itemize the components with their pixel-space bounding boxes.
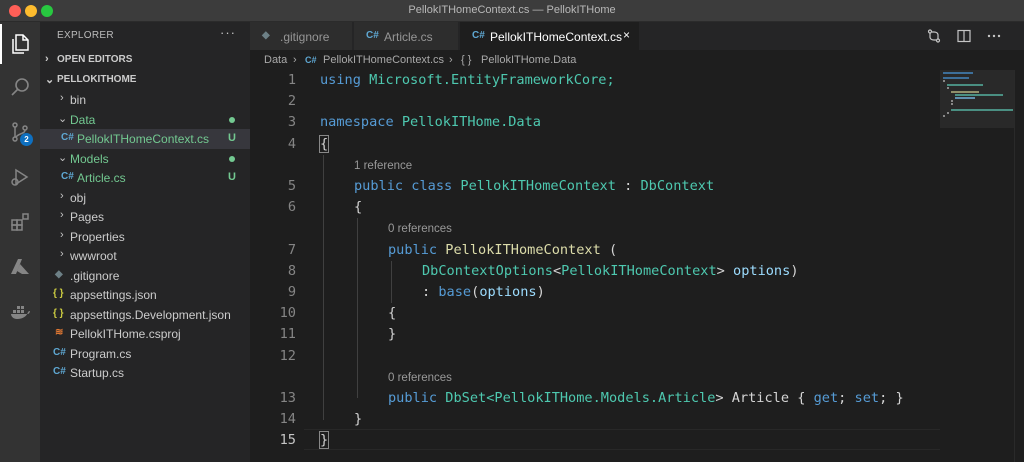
open-editors-section[interactable]: › OPEN EDITORS <box>40 50 250 70</box>
minimap[interactable] <box>940 70 1024 462</box>
tree-item-startup[interactable]: C# Startup.cs <box>40 363 250 383</box>
tree-item-article[interactable]: C# Article.cs U <box>40 168 250 188</box>
code-editor[interactable]: 1 using Microsoft.EntityFrameworkCore; 2… <box>250 70 940 462</box>
tree-item-csproj[interactable]: ≋ PellokITHome.csproj <box>40 324 250 344</box>
git-file-icon: ◆ <box>262 30 270 41</box>
code-line: 8 DbContextOptions<PellokITHomeContext> … <box>287 262 799 279</box>
azure-icon[interactable] <box>0 247 40 287</box>
minimap-slider[interactable] <box>940 70 1014 128</box>
git-file-icon: ◆ <box>55 268 63 280</box>
chevron-right-icon: › <box>60 248 64 260</box>
tree-item-program[interactable]: C# Program.cs <box>40 344 250 364</box>
split-editor-icon[interactable] <box>956 28 972 44</box>
editor-actions <box>924 22 1024 50</box>
breadcrumb-folder[interactable]: Data <box>264 54 287 66</box>
chevron-down-icon: ⌄ <box>45 74 55 86</box>
code-line: 9 : base(options) <box>287 284 545 300</box>
tree-item-pages[interactable]: › Pages <box>40 207 250 227</box>
breadcrumb-symbol[interactable]: PellokITHome.Data <box>481 54 576 66</box>
code-line: 3 namespace PellokITHome.Data <box>287 114 541 131</box>
close-icon[interactable]: × <box>623 28 630 42</box>
sidebar-title: EXPLORER <box>57 30 114 41</box>
project-section[interactable]: ⌄ PELLOKITHOME <box>40 70 250 90</box>
tab-article[interactable]: C# Article.cs <box>354 22 459 50</box>
chevron-right-icon: › <box>60 209 64 221</box>
window-title: PellokITHomeContext.cs — PellokITHome <box>408 4 616 16</box>
code-line: 11 } <box>279 326 397 343</box>
tree-item-appsettings[interactable]: { } appsettings.json <box>40 285 250 305</box>
code-line: 2 <box>287 93 296 110</box>
chevron-right-icon: › <box>60 189 64 202</box>
csharp-file-icon: C# <box>472 30 485 41</box>
chevron-down-icon: ⌄ <box>58 151 68 164</box>
tree-item-models[interactable]: ⌄ Models <box>40 149 250 169</box>
tab-gitignore[interactable]: ◆ .gitignore <box>250 22 353 50</box>
more-actions-icon[interactable] <box>986 28 1002 44</box>
code-line: 7 public PellokITHomeContext ( <box>287 241 618 258</box>
code-line: 6 { <box>287 199 363 216</box>
project-file-icon: ≋ <box>55 327 64 338</box>
run-debug-icon[interactable] <box>0 157 40 197</box>
code-line: 12 <box>279 347 296 364</box>
git-modified-dot <box>229 116 235 123</box>
tree-item-bin[interactable]: › bin <box>40 90 250 110</box>
vertical-scrollbar[interactable] <box>1014 70 1024 462</box>
extensions-icon[interactable] <box>0 202 40 242</box>
breadcrumb-file[interactable]: PellokITHomeContext.cs <box>323 54 444 66</box>
breadcrumb: Data › C# PellokITHomeContext.cs › { } P… <box>250 50 1024 70</box>
csharp-file-icon: C# <box>366 30 379 41</box>
chevron-down-icon: ⌄ <box>58 112 68 125</box>
chevron-right-icon: › <box>293 54 297 66</box>
search-icon[interactable] <box>0 67 40 107</box>
tree-item-appsettings-development[interactable]: { } appsettings.Development.json <box>40 305 250 325</box>
explorer-sidebar: EXPLORER ··· › OPEN EDITORS ⌄ PELLOKITHO… <box>40 22 250 462</box>
code-line: 5 public class PellokITHomeContext : DbC… <box>287 178 715 194</box>
code-line: 1 using Microsoft.EntityFrameworkCore; <box>287 72 615 88</box>
editor-tabs: ◆ .gitignore C# Article.cs C# PellokITHo… <box>250 22 1024 50</box>
csharp-file-icon: C# <box>53 366 66 377</box>
docker-icon[interactable] <box>0 292 40 332</box>
code-line: 13 public DbSet<PellokITHome.Models.Arti… <box>279 390 904 406</box>
chevron-right-icon: › <box>449 54 453 66</box>
chevron-right-icon: › <box>60 228 64 241</box>
chevron-right-icon: › <box>60 92 64 104</box>
tab-pellokithomecontext[interactable]: C# PellokITHomeContext.cs × <box>460 22 640 50</box>
csharp-file-icon: C# <box>61 171 74 182</box>
open-changes-icon[interactable] <box>926 28 942 44</box>
json-file-icon: { } <box>53 288 64 299</box>
title-bar: PellokITHomeContext.cs — PellokITHome <box>0 0 1024 22</box>
namespace-icon: { } <box>461 54 472 66</box>
git-modified-dot <box>229 155 235 162</box>
csharp-file-icon: C# <box>53 346 66 358</box>
tree-item-gitignore[interactable]: ◆ .gitignore <box>40 266 250 286</box>
source-control-badge: 2 <box>20 133 33 146</box>
chevron-right-icon: › <box>45 53 49 65</box>
csharp-file-icon: C# <box>305 55 317 65</box>
code-line: 10 { <box>279 305 397 322</box>
git-status-untracked: U <box>228 132 236 144</box>
json-file-icon: { } <box>53 307 64 319</box>
tree-item-properties[interactable]: › Properties <box>40 227 250 247</box>
tree-item-pellokithomecontext[interactable]: C# PellokITHomeContext.cs U <box>40 129 250 149</box>
activity-bar: 2 <box>0 22 40 462</box>
code-line: 4 { <box>287 134 330 153</box>
tree-item-wwwroot[interactable]: › wwwroot <box>40 246 250 266</box>
more-actions-icon[interactable]: ··· <box>220 25 236 40</box>
csharp-file-icon: C# <box>61 132 74 143</box>
git-status-untracked: U <box>228 171 236 183</box>
source-control-icon[interactable]: 2 <box>0 112 40 152</box>
tree-item-obj[interactable]: › obj <box>40 188 250 208</box>
tree-item-data[interactable]: ⌄ Data <box>40 110 250 130</box>
code-line: 15 } <box>279 431 330 450</box>
code-line: 14 } <box>279 411 363 428</box>
explorer-icon[interactable] <box>0 24 40 64</box>
